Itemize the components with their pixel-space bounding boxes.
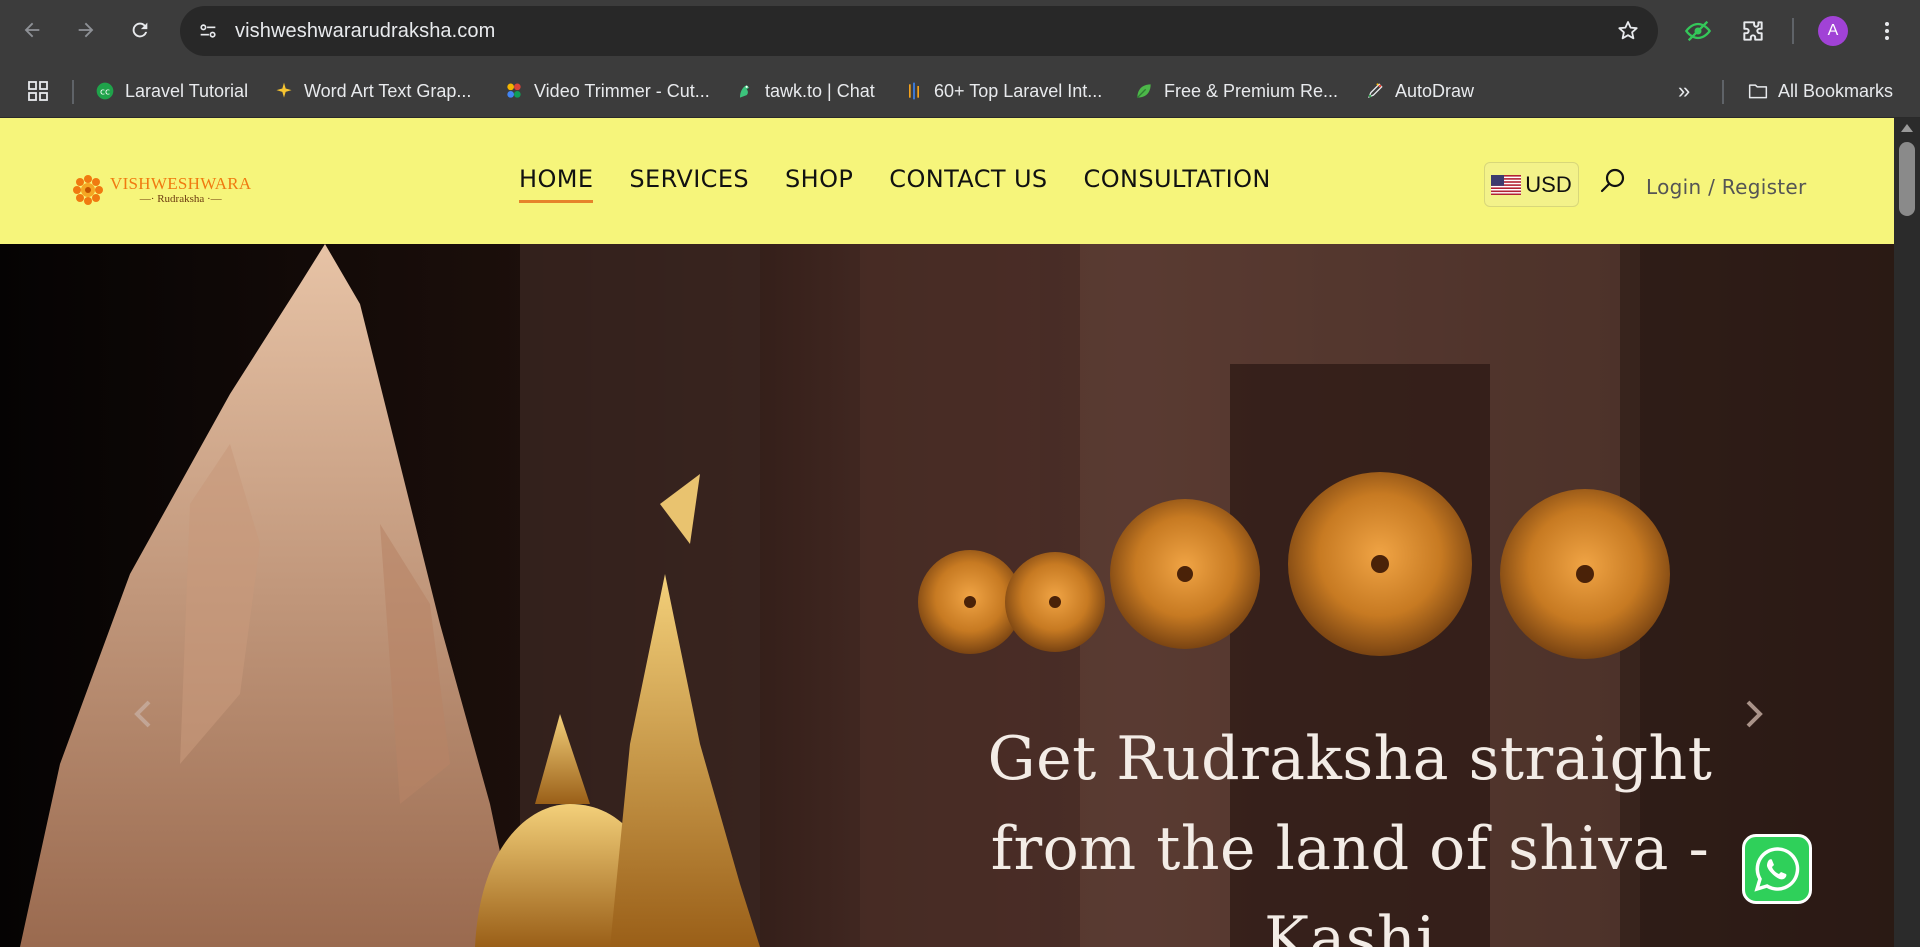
laracasts-icon: cc [95, 81, 115, 101]
logo-subtitle: —· Rudraksha ·— [139, 193, 222, 205]
rudraksha-flower-icon [73, 175, 103, 205]
bookmark-label: Free & Premium Re... [1164, 80, 1339, 101]
bookmark-label: Word Art Text Grap... [304, 80, 472, 101]
us-flag-icon [1491, 174, 1522, 195]
back-icon [24, 22, 40, 38]
bookmark-video-trimmer[interactable]: Video Trimmer - Cut... [504, 76, 710, 106]
whatsapp-icon [1754, 847, 1800, 892]
profile-avatar[interactable]: A [1818, 16, 1848, 46]
forward-button[interactable] [68, 12, 104, 48]
folder-icon [1748, 81, 1768, 101]
nav-shop[interactable]: SHOP [785, 165, 853, 203]
page-scrollbar[interactable] [1894, 118, 1920, 947]
logo-title: VISHWESHWARA [110, 174, 252, 193]
video-trimmer-icon [504, 81, 524, 101]
address-bar[interactable]: vishweshwararudraksha.com [180, 6, 1658, 56]
forward-icon [78, 22, 94, 38]
back-button[interactable] [14, 12, 50, 48]
all-bookmarks-label: All Bookmarks [1778, 80, 1894, 101]
more-menu-button[interactable] [1870, 14, 1904, 48]
hero-heading-line-2: from the land of shiva - Kashi [990, 814, 1710, 947]
bookmark-laravel-tutorial[interactable]: cc Laravel Tutorial [95, 76, 248, 106]
toolbar-divider [1792, 18, 1794, 44]
search-button[interactable] [1598, 166, 1628, 196]
extensions-puzzle-icon [1743, 21, 1763, 41]
bookmark-label: Laravel Tutorial [125, 80, 249, 101]
leaf-icon [1134, 81, 1154, 101]
apps-button[interactable] [26, 76, 50, 106]
bookmark-label: AutoDraw [1395, 80, 1475, 101]
currency-selector[interactable]: USD [1484, 162, 1579, 207]
bookmark-label: tawk.to | Chat [765, 80, 875, 101]
nav-home[interactable]: HOME [519, 165, 594, 203]
site-info-icon [200, 24, 216, 38]
bookmark-free-premium[interactable]: Free & Premium Re... [1134, 76, 1338, 106]
site-logo[interactable]: VISHWESHWARA —· Rudraksha ·— [72, 174, 251, 206]
bookmark-star-icon [1618, 21, 1638, 40]
bookmark-autodraw[interactable]: AutoDraw [1365, 76, 1474, 106]
nav-services[interactable]: SERVICES [629, 165, 749, 203]
sparkle-icon [274, 81, 294, 101]
scrollbar-thumb[interactable] [1899, 142, 1915, 216]
bookmarks-divider [1722, 80, 1724, 104]
autodraw-pencil-icon [1365, 81, 1385, 101]
reload-icon [132, 22, 148, 38]
carousel-next-button[interactable] [1733, 694, 1773, 734]
bookmark-word-art[interactable]: Word Art Text Grap... [274, 76, 471, 106]
nav-consultation[interactable]: CONSULTATION [1084, 165, 1271, 203]
currency-label: USD [1525, 171, 1572, 197]
tawkto-icon [735, 81, 755, 101]
svg-text:cc: cc [100, 86, 110, 97]
bookmarks-overflow-button[interactable]: » [1678, 76, 1690, 106]
page-viewport: VISHWESHWARA —· Rudraksha ·— HOME SERVIC… [0, 118, 1920, 947]
chevron-left-icon [134, 700, 151, 728]
bookmark-laravel-interview[interactable]: 60+ Top Laravel Int... [904, 76, 1102, 106]
bookmark-label: 60+ Top Laravel Int... [934, 80, 1103, 101]
all-bookmarks-button[interactable]: All Bookmarks [1748, 76, 1893, 106]
chevron-double-right-icon: » [1678, 78, 1691, 103]
url-text[interactable]: vishweshwararudraksha.com [235, 20, 495, 43]
eye-extension-icon [1684, 20, 1712, 42]
bars-icon [904, 81, 924, 101]
whatsapp-chat-button[interactable] [1742, 834, 1812, 904]
reload-button[interactable] [122, 12, 158, 48]
nav-contact-us[interactable]: CONTACT US [889, 165, 1047, 203]
more-menu-icon [1885, 22, 1889, 40]
scroll-up-arrow-icon[interactable] [1901, 124, 1913, 132]
browser-toolbar: vishweshwararudraksha.com A [0, 0, 1920, 62]
hero-heading: Get Rudraksha straight from the land of … [900, 714, 1800, 947]
main-navigation: HOME SERVICES SHOP CONTACT US CONSULTATI… [519, 165, 1271, 203]
login-register-link[interactable]: Login / Register [1646, 175, 1807, 199]
carousel-prev-button[interactable] [124, 694, 164, 734]
bookmarks-divider [72, 80, 74, 104]
extensions-button[interactable] [1736, 14, 1770, 48]
search-icon [1600, 168, 1625, 193]
hero-carousel: Get Rudraksha straight from the land of … [0, 244, 1894, 947]
chevron-right-icon [1746, 700, 1763, 728]
apps-grid-icon [28, 81, 48, 101]
site-header: VISHWESHWARA —· Rudraksha ·— HOME SERVIC… [0, 118, 1894, 244]
bookmark-tawkto[interactable]: tawk.to | Chat [735, 76, 875, 106]
bookmarks-bar: cc Laravel Tutorial Word Art Text Grap..… [0, 62, 1920, 118]
bookmark-label: Video Trimmer - Cut... [534, 80, 710, 101]
hero-heading-line-1: Get Rudraksha straight [987, 724, 1713, 794]
bookmark-star-button[interactable] [1616, 19, 1640, 48]
eye-extension-button[interactable] [1681, 14, 1715, 48]
site-info-button[interactable] [192, 15, 224, 47]
